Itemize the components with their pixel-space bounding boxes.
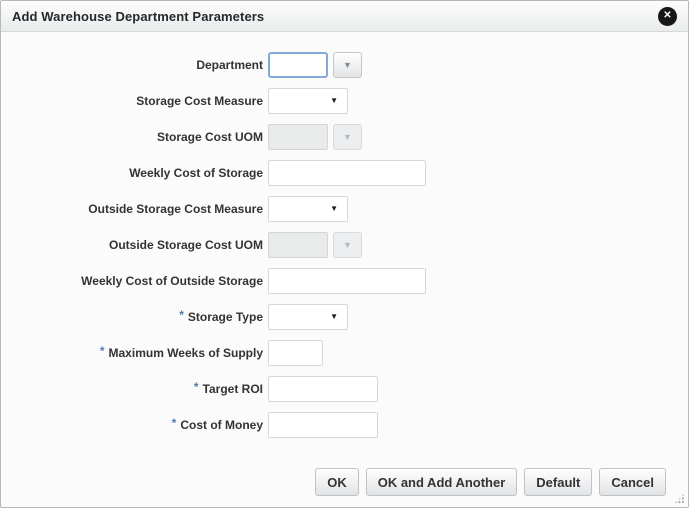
required-marker: *: [179, 308, 184, 322]
dropdown-arrow-icon: ▼: [343, 133, 352, 142]
field-label-text: Cost of Money: [180, 418, 263, 432]
add-warehouse-department-parameters-dialog: Add Warehouse Department Parameters ✕ De…: [0, 0, 689, 508]
required-marker: *: [100, 344, 105, 358]
field-row-weekly-cost-of-outside-storage: Weekly Cost of Outside Storage: [1, 268, 688, 294]
maximum-weeks-of-supply-input[interactable]: [268, 340, 323, 366]
weekly-cost-of-storage-input[interactable]: [268, 160, 426, 186]
storage-cost-uom-input: [268, 124, 328, 150]
required-marker: *: [194, 380, 199, 394]
field-label: Weekly Cost of Outside Storage: [1, 274, 263, 288]
field-label: Department: [1, 58, 263, 72]
ok-button[interactable]: OK: [315, 468, 359, 496]
select-caret-icon: ▼: [330, 205, 338, 213]
field-label: Storage Cost Measure: [1, 94, 263, 108]
field-label: * Target ROI: [1, 382, 263, 396]
field-label-text: Maximum Weeks of Supply: [109, 346, 263, 360]
field-label: * Storage Type: [1, 310, 263, 324]
close-button[interactable]: ✕: [658, 7, 677, 26]
ok-and-add-another-button[interactable]: OK and Add Another: [366, 468, 518, 496]
department-input[interactable]: [268, 52, 328, 78]
close-icon: ✕: [663, 11, 671, 21]
field-label: * Maximum Weeks of Supply: [1, 346, 263, 360]
field-label: * Cost of Money: [1, 418, 263, 432]
storage-cost-measure-select[interactable]: ▼: [268, 88, 348, 114]
dialog-footer: OK OK and Add Another Default Cancel: [315, 468, 666, 496]
resize-grip-icon[interactable]: [674, 493, 685, 504]
field-row-storage-cost-measure: Storage Cost Measure ▼: [1, 88, 688, 114]
field-row-target-roi: * Target ROI: [1, 376, 688, 402]
field-row-storage-cost-uom: Storage Cost UOM ▼: [1, 124, 688, 150]
cost-of-money-input[interactable]: [268, 412, 378, 438]
field-row-weekly-cost-of-storage: Weekly Cost of Storage: [1, 160, 688, 186]
dropdown-arrow-icon: ▼: [343, 241, 352, 250]
field-label-text: Storage Type: [188, 310, 263, 324]
field-row-cost-of-money: * Cost of Money: [1, 412, 688, 438]
dialog-title: Add Warehouse Department Parameters: [12, 9, 658, 24]
storage-cost-uom-lov-button: ▼: [333, 124, 362, 150]
field-label-text: Target ROI: [203, 382, 263, 396]
required-marker: *: [172, 416, 177, 430]
outside-storage-cost-measure-select[interactable]: ▼: [268, 196, 348, 222]
target-roi-input[interactable]: [268, 376, 378, 402]
outside-storage-cost-uom-input: [268, 232, 328, 258]
select-caret-icon: ▼: [330, 97, 338, 105]
field-row-storage-type: * Storage Type ▼: [1, 304, 688, 330]
field-label: Outside Storage Cost UOM: [1, 238, 263, 252]
department-lov-button[interactable]: ▼: [333, 52, 362, 78]
parameters-form: Department ▼ Storage Cost Measure ▼ Stor…: [1, 32, 688, 438]
field-row-outside-storage-cost-measure: Outside Storage Cost Measure ▼: [1, 196, 688, 222]
field-label: Weekly Cost of Storage: [1, 166, 263, 180]
storage-type-select[interactable]: ▼: [268, 304, 348, 330]
dialog-titlebar: Add Warehouse Department Parameters ✕: [1, 1, 688, 32]
select-caret-icon: ▼: [330, 313, 338, 321]
cancel-button[interactable]: Cancel: [599, 468, 666, 496]
field-label: Storage Cost UOM: [1, 130, 263, 144]
outside-storage-cost-uom-lov-button: ▼: [333, 232, 362, 258]
field-row-department: Department ▼: [1, 52, 688, 78]
dropdown-arrow-icon: ▼: [343, 61, 352, 70]
field-label: Outside Storage Cost Measure: [1, 202, 263, 216]
field-row-outside-storage-cost-uom: Outside Storage Cost UOM ▼: [1, 232, 688, 258]
weekly-cost-of-outside-storage-input[interactable]: [268, 268, 426, 294]
default-button[interactable]: Default: [524, 468, 592, 496]
field-row-maximum-weeks-of-supply: * Maximum Weeks of Supply: [1, 340, 688, 366]
